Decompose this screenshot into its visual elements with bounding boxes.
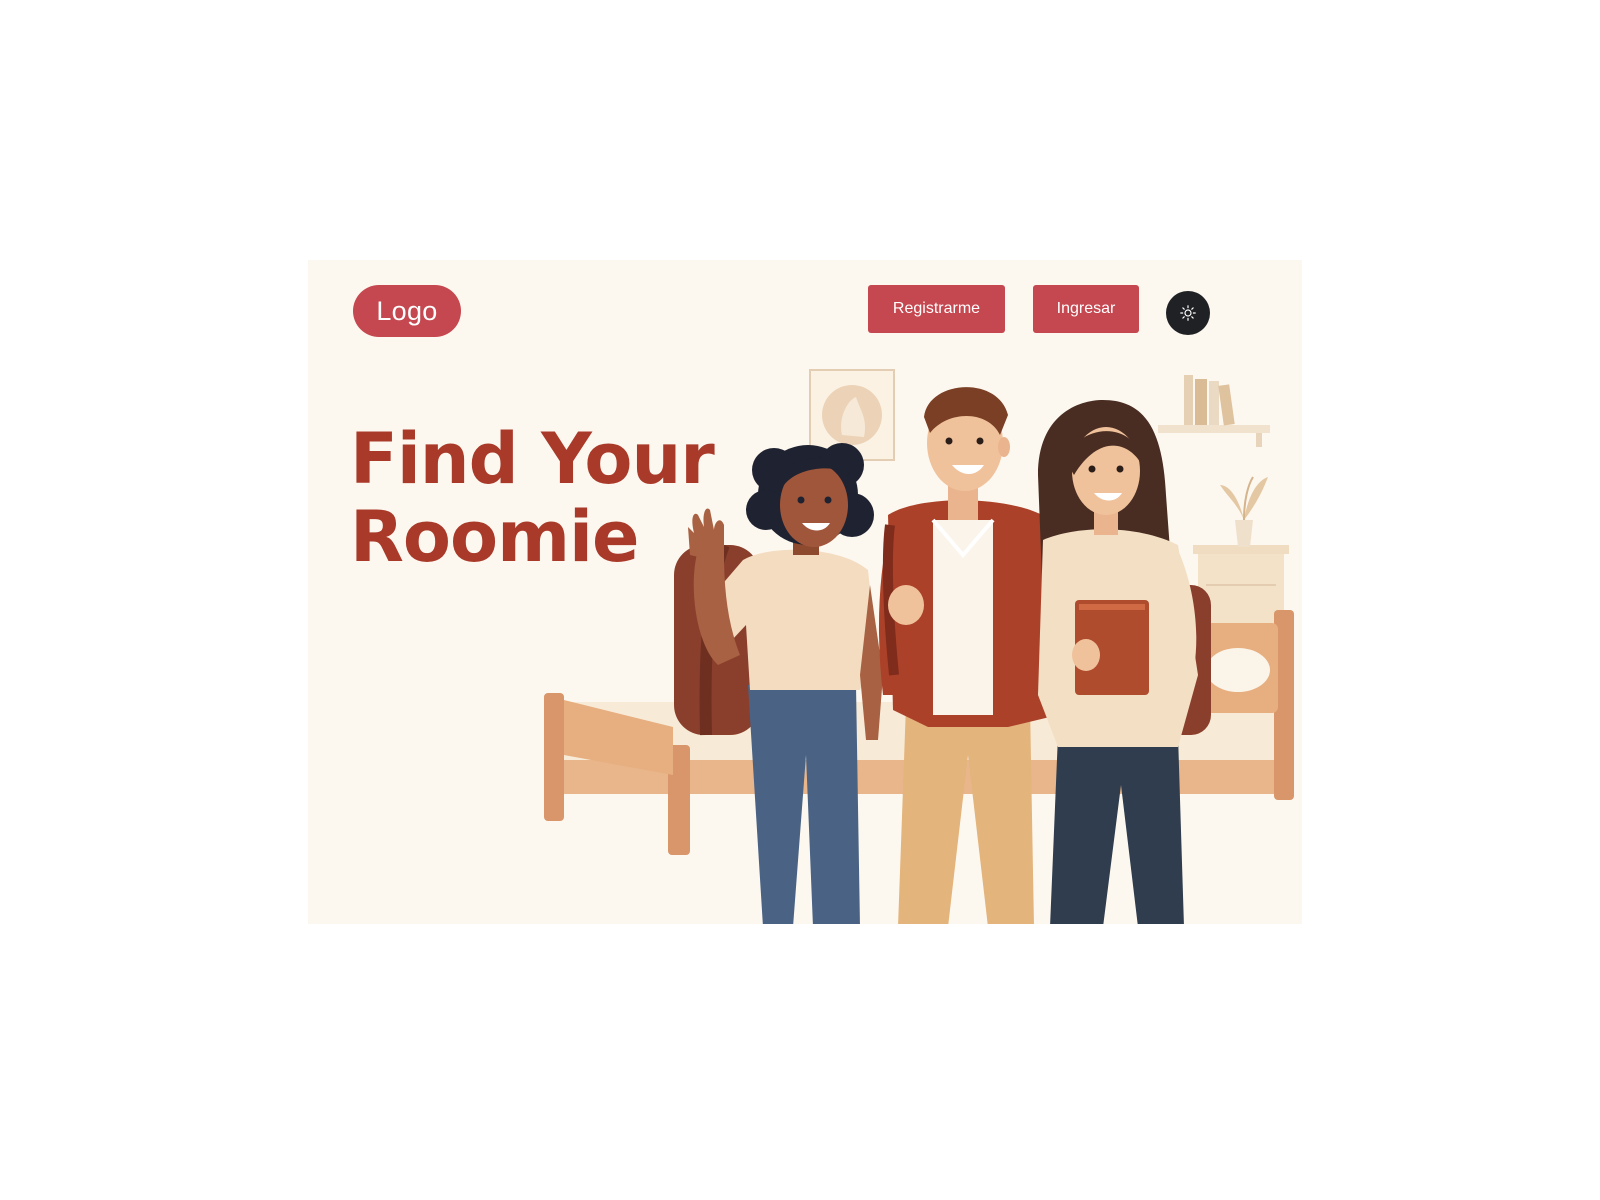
login-button[interactable]: Ingresar	[1033, 285, 1139, 333]
logo-label: Logo	[376, 295, 438, 326]
logo[interactable]: Logo	[353, 285, 461, 337]
register-button[interactable]: Registrarme	[868, 285, 1005, 333]
students-illustration	[544, 369, 1294, 924]
landing-page: Logo Registrarme Ingresar Find Your Room…	[308, 260, 1302, 924]
person-right	[1038, 400, 1211, 924]
person-left	[674, 443, 883, 924]
wall-shelf	[1158, 375, 1270, 447]
sun-icon	[1180, 305, 1196, 321]
theme-toggle-button[interactable]	[1166, 291, 1210, 335]
person-middle	[878, 387, 1058, 924]
